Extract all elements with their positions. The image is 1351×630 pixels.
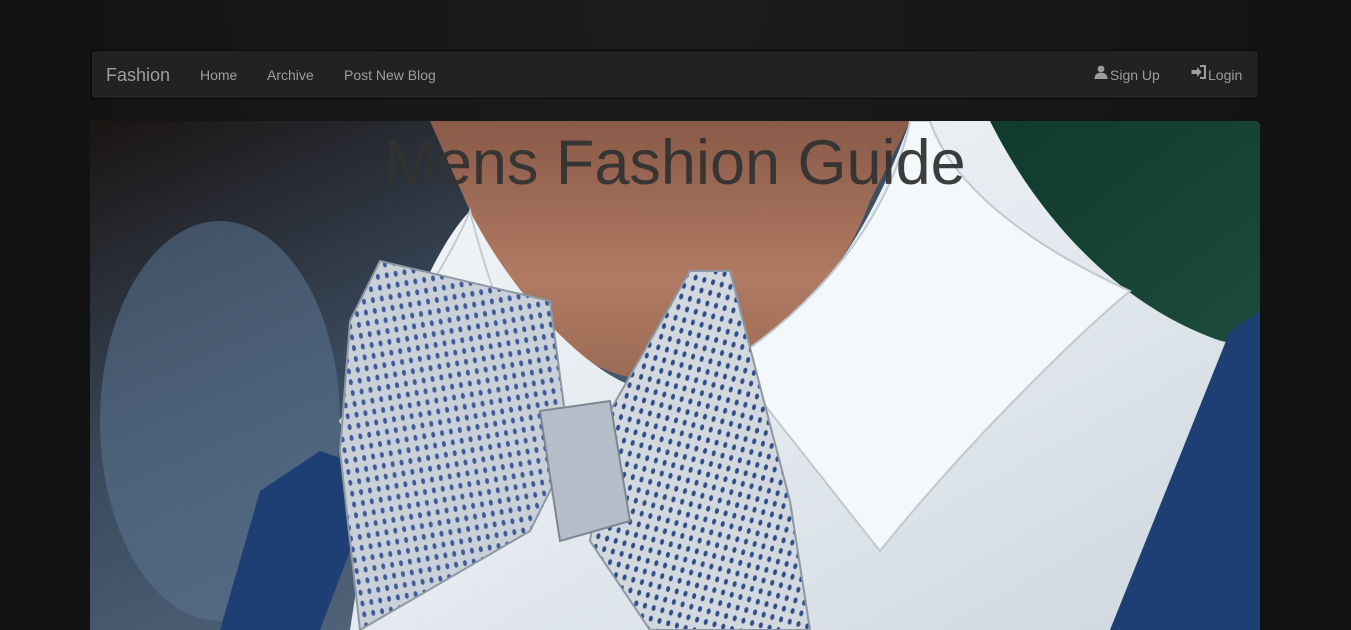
nav-archive-link[interactable]: Archive [267, 51, 314, 100]
brand-link[interactable]: Fashion [106, 51, 170, 100]
nav-home-link[interactable]: Home [200, 51, 237, 100]
hero-title: Mens Fashion Guide [384, 128, 966, 198]
login-icon [1191, 50, 1206, 98]
login-label: Login [1208, 67, 1243, 83]
nav-sign-up-link[interactable]: Sign Up [1094, 51, 1160, 100]
user-icon [1094, 50, 1108, 98]
hero-banner: Mens Fashion Guide [90, 121, 1260, 630]
sign-up-label: Sign Up [1110, 67, 1160, 83]
nav-login-link[interactable]: Login [1191, 51, 1242, 100]
nav-post-new-blog-link[interactable]: Post New Blog [344, 51, 436, 100]
navbar: Fashion Home Archive Post New Blog Sign … [91, 50, 1259, 99]
